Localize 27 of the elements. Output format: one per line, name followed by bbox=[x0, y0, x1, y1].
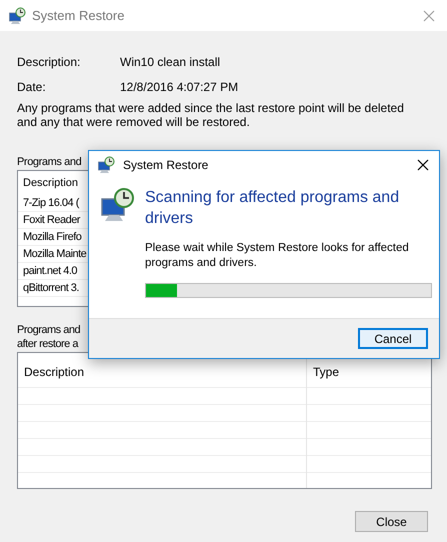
field-label: Date: bbox=[17, 78, 47, 96]
system-restore-icon bbox=[8, 6, 26, 24]
field-label: Description: bbox=[17, 54, 82, 70]
program-name[interactable]: Mozilla Firefo bbox=[23, 228, 82, 246]
window-title: System Restore bbox=[32, 6, 124, 25]
cancel-button[interactable]: Cancel bbox=[358, 328, 428, 349]
column-header[interactable]: Description bbox=[24, 365, 84, 379]
list-caption: after restore a bbox=[17, 337, 78, 351]
field-value: 12/8/2016 4:07:27 PM bbox=[120, 78, 238, 96]
dialog-heading: Scanning for affected programs and drivers bbox=[145, 188, 400, 229]
field-value: Win10 clean install bbox=[120, 54, 220, 70]
close-icon[interactable] bbox=[417, 159, 429, 171]
program-name[interactable]: qBittorrent 3. bbox=[23, 280, 79, 296]
list-caption: Programs and bbox=[17, 155, 82, 169]
list-caption: Programs and bbox=[17, 323, 80, 337]
dialog-title: System Restore bbox=[123, 157, 208, 174]
column-header[interactable]: Type bbox=[313, 365, 340, 379]
system-restore-icon bbox=[99, 187, 135, 223]
close-button[interactable]: Close bbox=[355, 511, 428, 532]
column-header: Description bbox=[22, 176, 80, 191]
program-name[interactable]: Foxit Reader bbox=[23, 212, 80, 228]
program-name[interactable]: paint.net 4.0 bbox=[23, 262, 78, 280]
dialog-message: Please wait while System Restore looks for affected programs and drivers. bbox=[145, 241, 410, 271]
program-name[interactable]: Mozilla Mainte bbox=[23, 246, 86, 262]
program-name[interactable]: 7-Zip 16.04 ( bbox=[23, 194, 79, 212]
restore-note: Any programs that were added since the last restore point will be deleted and any that were removed will be restored. bbox=[17, 101, 405, 129]
system-restore-icon bbox=[97, 156, 115, 174]
